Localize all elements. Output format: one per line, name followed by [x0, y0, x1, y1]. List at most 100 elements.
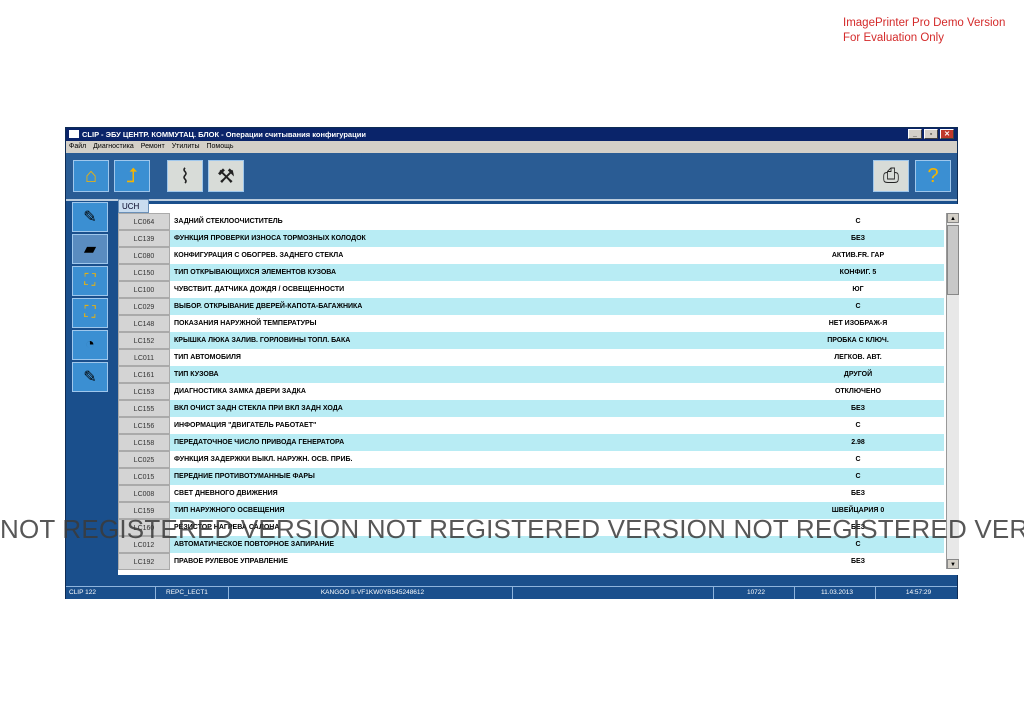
table-row[interactable]: LC153 ДИАГНОСТИКА ЗАМКА ДВЕРИ ЗАДКА ОТКЛЮЧ…: [118, 383, 944, 400]
menu-repair[interactable]: Ремонт: [141, 143, 165, 150]
scroll-thumb[interactable]: [947, 225, 959, 295]
param-label: КОНФИГУРАЦИЯ С ОБОГРЕВ. ЗАДНЕГО СТЕКЛА: [174, 252, 344, 259]
demo-watermark-line1: ImagePrinter Pro Demo Version: [843, 17, 1006, 29]
table-row[interactable]: LC080 КОНФИГУРАЦИЯ С ОБОГРЕВ. ЗАДНЕГО СТЕ…: [118, 247, 944, 264]
app-window: CLIP - ЭБУ ЦЕНТР. КОММУТАЦ. БЛОК - Опера…: [65, 127, 959, 599]
param-label: ФУНКЦИЯ ПРОВЕРКИ ИЗНОСА ТОРМОЗНЫХ КОЛОДО…: [174, 235, 366, 242]
tab-uch[interactable]: UCH: [118, 199, 149, 213]
help-button[interactable]: ?: [915, 160, 951, 192]
tools-icon: ⚒: [217, 165, 235, 188]
table-row[interactable]: LC139 ФУНКЦИЯ ПРОВЕРКИ ИЗНОСА ТОРМОЗНЫХ К…: [118, 230, 944, 247]
print-button[interactable]: ⎙: [873, 160, 909, 192]
menu-diagnostics[interactable]: Диагностика: [93, 143, 134, 150]
ecu-config-button[interactable]: ⛶: [72, 298, 108, 328]
printer-icon: ⎙: [883, 164, 899, 187]
table-row[interactable]: LC158 ПЕРЕДАТОЧНОЕ ЧИСЛО ПРИВОДА ГЕНЕРАТО…: [118, 434, 944, 451]
identify-button[interactable]: ✎: [72, 202, 108, 232]
param-code: LC100: [118, 281, 170, 298]
app-icon: [69, 130, 79, 138]
menu-help[interactable]: Помощь: [206, 143, 233, 150]
demo-watermark: ImagePrinter Pro Demo Version For Evalua…: [843, 16, 1005, 46]
minimize-button[interactable]: _: [908, 129, 922, 139]
param-label: КРЫШКА ЛЮКА ЗАЛИВ. ГОРЛОВИНЫ ТОПЛ. БАКА: [174, 337, 351, 344]
repair-button[interactable]: ✎: [72, 362, 108, 392]
table-row[interactable]: LC100 ЧУВСТВИТ. ДАТЧИКА ДОЖДЯ / ОСВЕЩЕННО…: [118, 281, 944, 298]
menu-file[interactable]: Файл: [69, 143, 86, 150]
table-row[interactable]: LC155 ВКЛ ОЧИСТ ЗАДН СТЕКЛА ПРИ ВКЛ ЗАДН …: [118, 400, 944, 417]
param-value: ОТКЛЮЧЕНО: [834, 388, 882, 395]
table-row[interactable]: LC025 ФУНКЦИЯ ЗАДЕРЖКИ ВЫКЛ. НАРУЖН. ОСВ.…: [118, 451, 944, 468]
param-value: АКТИВ.FR. ГАР: [831, 252, 885, 259]
table-row[interactable]: LC064 ЗАДНИЙ СТЕКЛООЧИСТИТЕЛЬ С: [118, 213, 944, 230]
table-row[interactable]: LC161 ТИП КУЗОВА ДРУГОЙ: [118, 366, 944, 383]
menu-bar: Файл Диагностика Ремонт Утилиты Помощь: [66, 141, 957, 153]
ecu-icon: ⛶: [84, 272, 96, 289]
param-code: LC161: [118, 366, 170, 383]
param-label: ТИП ОТКРЫВАЮЩИХСЯ ЭЛЕМЕНТОВ КУЗОВА: [174, 269, 337, 276]
status-version: CLIP 122: [66, 587, 156, 599]
param-label: ЧУВСТВИТ. ДАТЧИКА ДОЖДЯ / ОСВЕЩЕННОСТИ: [174, 286, 345, 293]
param-label: ВКЛ ОЧИСТ ЗАДН СТЕКЛА ПРИ ВКЛ ЗАДН ХОДА: [174, 405, 343, 412]
config-table: LC064 ЗАДНИЙ СТЕКЛООЧИСТИТЕЛЬ С LC139 ФУНКЦИ…: [118, 213, 944, 570]
table-row[interactable]: LC015 ПЕРЕДНИЕ ПРОТИВОТУМАННЫЕ ФАРЫ С: [118, 468, 944, 485]
map-button[interactable]: ▰: [72, 234, 108, 264]
menu-utilities[interactable]: Утилиты: [172, 143, 200, 150]
maximize-button[interactable]: ▫: [924, 129, 938, 139]
help-icon: ?: [927, 164, 939, 187]
table-row[interactable]: LC008 СВЕТ ДНЕВНОГО ДВИЖЕНИЯ БЕЗ: [118, 485, 944, 502]
param-value: С: [855, 473, 861, 480]
up-button[interactable]: ⮥: [114, 160, 150, 192]
param-value: БЕЗ: [850, 235, 866, 242]
table-row[interactable]: LC029 ВЫБОР. ОТКРЫВАНИЕ ДВЕРЕЙ-КАПОТА-БАГ…: [118, 298, 944, 315]
param-code: LC156: [118, 417, 170, 434]
param-label: ТИП АВТОМОБИЛЯ: [174, 354, 241, 361]
table-row[interactable]: LC192 ПРАВОЕ РУЛЕВОЕ УПРАВЛЕНИЕ БЕЗ: [118, 553, 944, 570]
param-label: ЗАДНИЙ СТЕКЛООЧИСТИТЕЛЬ: [174, 218, 283, 225]
param-label: ТИП КУЗОВА: [174, 371, 219, 378]
param-value: С: [855, 456, 861, 463]
param-value: С: [855, 303, 861, 310]
table-row[interactable]: LC156 ИНФОРМАЦИЯ "ДВИГАТЕЛЬ РАБОТАЕТ" С: [118, 417, 944, 434]
table-row[interactable]: LC152 КРЫШКА ЛЮКА ЗАЛИВ. ГОРЛОВИНЫ ТОПЛ. …: [118, 332, 944, 349]
param-code: LC160: [118, 519, 170, 536]
scroll-down-icon[interactable]: ▼: [947, 559, 959, 569]
param-label: ПЕРЕДАТОЧНОЕ ЧИСЛО ПРИВОДА ГЕНЕРАТОРА: [174, 439, 345, 446]
toolbar: ⌂ ⮥ ⌇ ⚒ ⎙ ?: [66, 153, 957, 201]
table-row[interactable]: LC148 ПОКАЗАНИЯ НАРУЖНОЙ ТЕМПЕРАТУРЫ НЕТ И…: [118, 315, 944, 332]
param-code: LC152: [118, 332, 170, 349]
ecu-read-button[interactable]: ⛶: [72, 266, 108, 296]
connection-button[interactable]: ⌇: [167, 160, 203, 192]
param-code: LC192: [118, 553, 170, 570]
param-value: ПРОБКА С КЛЮЧ.: [827, 337, 889, 344]
param-label: ПЕРЕДНИЕ ПРОТИВОТУМАННЫЕ ФАРЫ: [174, 473, 315, 480]
table-row[interactable]: LC160 РЕЗИСТОР НАГРЕВА САЛОНА БЕЗ: [118, 519, 944, 536]
table-row[interactable]: LC159 ТИП НАРУЖНОГО ОСВЕЩЕНИЯ ШВЕЙЦАРИЯ 0: [118, 502, 944, 519]
close-button[interactable]: ✕: [940, 129, 954, 139]
table-row[interactable]: LC150 ТИП ОТКРЫВАЮЩИХСЯ ЭЛЕМЕНТОВ КУЗОВА К…: [118, 264, 944, 281]
window-controls: _ ▫ ✕: [908, 129, 954, 139]
table-row[interactable]: LC011 ТИП АВТОМОБИЛЯ ЛЕГКОВ. АВТ.: [118, 349, 944, 366]
param-code: LC150: [118, 264, 170, 281]
param-label: АВТОМАТИЧЕСКОЕ ПОВТОРНОЕ ЗАПИРАНИЕ: [174, 541, 335, 548]
param-code: LC025: [118, 451, 170, 468]
demo-watermark-line2: For Evaluation Only: [843, 32, 944, 44]
home-button[interactable]: ⌂: [73, 160, 109, 192]
param-label: ИНФОРМАЦИЯ "ДВИГАТЕЛЬ РАБОТАЕТ": [174, 422, 317, 429]
param-value: ШВЕЙЦАРИЯ 0: [831, 507, 885, 514]
status-empty: [514, 587, 714, 599]
param-value: ЛЕГКОВ. АВТ.: [834, 354, 882, 361]
vertical-scrollbar[interactable]: ▲ ▼: [946, 213, 959, 569]
tools-button[interactable]: ⚒: [208, 160, 244, 192]
param-code: LC080: [118, 247, 170, 264]
scroll-up-icon[interactable]: ▲: [947, 213, 959, 223]
measure-button[interactable]: ◔: [72, 330, 108, 360]
param-code: LC008: [118, 485, 170, 502]
status-time: 14:57:29: [905, 589, 932, 596]
param-code: LC155: [118, 400, 170, 417]
param-label: РЕЗИСТОР НАГРЕВА САЛОНА: [174, 524, 280, 531]
wrench-icon: ✎: [83, 369, 97, 386]
table-row[interactable]: LC012 АВТОМАТИЧЕСКОЕ ПОВТОРНОЕ ЗАПИРАНИЕ С: [118, 536, 944, 553]
param-value: С: [855, 218, 861, 225]
param-code: LC015: [118, 468, 170, 485]
param-code: LC159: [118, 502, 170, 519]
